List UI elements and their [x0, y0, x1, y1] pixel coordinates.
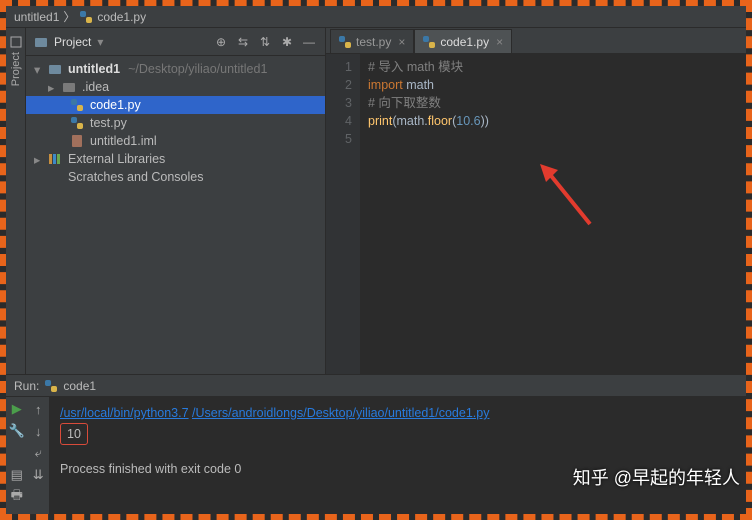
collapse-icon[interactable]: ⇅	[257, 34, 273, 50]
project-header: Project ▾ ⊕ ⇆ ⇅ ✱ —	[26, 28, 325, 56]
code-editor[interactable]: 12345 # 导入 math 模块import math# 向下取整数prin…	[326, 54, 746, 374]
tree-external-libs[interactable]: ▸External Libraries	[26, 150, 325, 168]
print-icon[interactable]: 🖶	[9, 489, 25, 505]
run-header: Run: code1	[6, 375, 746, 397]
console-output[interactable]: /usr/local/bin/python3.7 /Users/androidl…	[50, 397, 746, 514]
down-icon[interactable]: ↓	[30, 423, 46, 439]
interpreter-link[interactable]: /usr/local/bin/python3.7	[60, 406, 189, 420]
python-file-icon	[70, 98, 84, 112]
library-icon	[48, 152, 62, 166]
tree-test[interactable]: test.py	[26, 114, 325, 132]
close-icon[interactable]: ×	[496, 35, 503, 49]
soft-wrap-icon[interactable]: ⤶	[30, 445, 46, 461]
dropdown-icon[interactable]: ▾	[97, 35, 103, 49]
layout-icon[interactable]: ▤	[9, 467, 25, 483]
stop-icon[interactable]	[9, 445, 25, 461]
python-file-icon	[45, 380, 57, 392]
tree-idea[interactable]: ▸.idea	[26, 78, 325, 96]
breadcrumb-file[interactable]: code1.py	[97, 10, 146, 24]
wrench-icon[interactable]: 🔧	[9, 423, 25, 439]
tree-scratches[interactable]: ▸Scratches and Consoles	[26, 168, 325, 186]
settings-icon[interactable]: ✱	[279, 34, 295, 50]
expand-icon[interactable]: ⇆	[235, 34, 251, 50]
left-tool-strip: Project	[6, 28, 26, 374]
run-toolbar: ▶ 🔧 ▤ 🖶 ↑ ↓ ⤶ ⇊	[6, 397, 50, 514]
locate-icon[interactable]: ⊕	[213, 34, 229, 50]
breadcrumb-sep: 〉	[63, 8, 75, 25]
python-file-icon	[70, 116, 84, 130]
python-file-icon	[423, 36, 435, 48]
hide-icon[interactable]: —	[301, 34, 317, 50]
tab-code1[interactable]: code1.py×	[414, 29, 512, 53]
project-title: Project	[54, 35, 91, 49]
run-config-name[interactable]: code1	[63, 379, 96, 393]
run-label: Run:	[14, 379, 39, 393]
project-tool-label[interactable]: Project	[10, 52, 22, 86]
project-icon	[34, 35, 48, 49]
ide-window: untitled1 〉 code1.py Project Project ▾ ⊕…	[6, 6, 746, 514]
scratch-icon	[48, 170, 62, 184]
folder-icon	[48, 62, 62, 76]
scroll-icon[interactable]: ⇊	[30, 467, 46, 483]
tree-iml[interactable]: untitled1.iml	[26, 132, 325, 150]
output-value: 10	[60, 423, 88, 445]
tree-root[interactable]: ▾untitled1~/Desktop/yiliao/untitled1	[26, 60, 325, 78]
annotation-arrow-icon	[540, 164, 600, 234]
script-link[interactable]: /Users/androidlongs/Desktop/yiliao/untit…	[192, 406, 489, 420]
breadcrumb: untitled1 〉 code1.py	[6, 6, 746, 28]
close-icon[interactable]: ×	[398, 35, 405, 49]
python-file-icon	[79, 10, 93, 24]
project-tree: ▾untitled1~/Desktop/yiliao/untitled1 ▸.i…	[26, 56, 325, 374]
editor-tabs: test.py× code1.py×	[326, 28, 746, 54]
tree-code1[interactable]: code1.py	[26, 96, 325, 114]
project-panel: Project ▾ ⊕ ⇆ ⇅ ✱ — ▾untitled1~/Desktop/…	[26, 28, 326, 374]
tab-test[interactable]: test.py×	[330, 29, 414, 53]
line-gutter: 12345	[326, 54, 360, 374]
breadcrumb-project[interactable]: untitled1	[14, 10, 59, 24]
rerun-icon[interactable]: ▶	[9, 401, 25, 417]
project-tool-icon[interactable]	[10, 36, 22, 48]
code-source[interactable]: # 导入 math 模块import math# 向下取整数print(math…	[360, 54, 746, 374]
run-panel: Run: code1 ▶ 🔧 ▤ 🖶 ↑ ↓ ⤶ ⇊	[6, 374, 746, 514]
folder-icon	[62, 80, 76, 94]
python-file-icon	[339, 36, 351, 48]
editor-area: test.py× code1.py× 12345 # 导入 math 模块imp…	[326, 28, 746, 374]
up-icon[interactable]: ↑	[30, 401, 46, 417]
file-icon	[70, 134, 84, 148]
watermark: 知乎 @早起的年轻人	[573, 464, 740, 490]
